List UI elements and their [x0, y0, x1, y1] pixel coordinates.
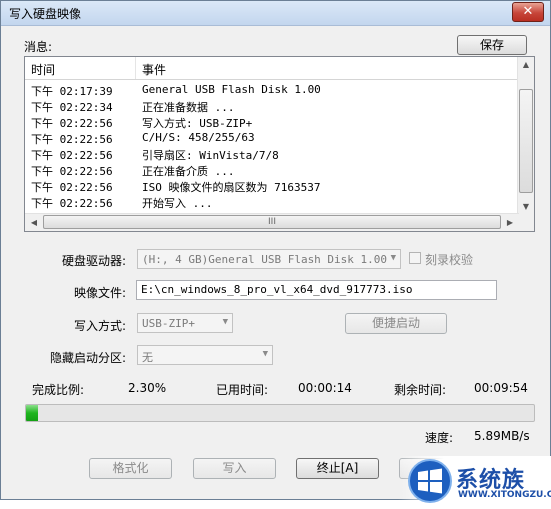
message-log-list[interactable]: 时间 事件 下午 02:17:39 General USB Flash Disk … [24, 56, 535, 232]
remaining-label: 剩余时间: [394, 383, 447, 397]
table-row[interactable]: 下午 02:22:56 引导扇区: WinVista/7/8 [25, 146, 519, 162]
scroll-up-icon[interactable]: ▲ [518, 60, 534, 69]
speed-value: 5.89MB/s [474, 429, 530, 443]
abort-button[interactable]: 终止[A] [296, 458, 379, 479]
log-event: General USB Flash Disk 1.00 [142, 83, 321, 96]
drive-label: 硬盘驱动器: [62, 254, 127, 268]
watermark-url: WWW.XITONGZU.COM [458, 490, 551, 500]
log-time: 下午 02:22:56 [31, 117, 113, 130]
verify-checkbox[interactable] [409, 252, 421, 264]
scroll-corner [518, 214, 534, 231]
windows-logo-icon [408, 459, 452, 503]
scroll-left-icon[interactable]: ◀ [26, 218, 42, 227]
image-file-label: 映像文件: [74, 286, 127, 300]
chevron-down-icon: ▼ [262, 349, 268, 359]
site-watermark: 系统族 WWW.XITONGZU.COM [398, 456, 551, 506]
elapsed-label: 已用时间: [216, 383, 269, 397]
write-progress-bar [25, 404, 535, 422]
log-event: 引导扇区: WinVista/7/8 [142, 149, 279, 162]
percent-label: 完成比例: [32, 383, 85, 397]
table-row[interactable]: 下午 02:17:39 General USB Flash Disk 1.00 [25, 82, 519, 98]
message-label: 消息: [24, 40, 53, 54]
log-time: 下午 02:22:34 [31, 101, 113, 114]
remaining-value: 00:09:54 [474, 381, 528, 395]
log-time: 下午 02:22:56 [31, 149, 113, 162]
chevron-down-icon: ▼ [390, 253, 396, 263]
log-time: 下午 02:22:56 [31, 165, 113, 178]
hidden-partition-label: 隐藏启动分区: [50, 351, 127, 365]
table-row[interactable]: 下午 02:22:56 开始写入 ... [25, 194, 519, 210]
log-event: ISO 映像文件的扇区数为 7163537 [142, 181, 321, 194]
vertical-scrollbar[interactable]: ▲ ▼ [517, 57, 534, 214]
column-header-event[interactable]: 事件 [142, 61, 166, 78]
title-bar[interactable]: 写入硬盘映像 ✕ [1, 1, 550, 26]
chevron-down-icon: ▼ [222, 317, 228, 327]
log-event: 正在准备介质 ... [142, 165, 235, 178]
image-file-input[interactable]: E:\cn_windows_8_pro_vl_x64_dvd_917773.is… [136, 280, 497, 300]
log-event: C/H/S: 458/255/63 [142, 131, 255, 144]
log-event: 写入方式: USB-ZIP+ [142, 117, 253, 130]
drive-select[interactable]: (H:, 4 GB)General USB Flash Disk 1.00 ▼ [137, 249, 401, 269]
table-row[interactable]: 下午 02:22:56 正在准备介质 ... [25, 162, 519, 178]
table-row[interactable]: 下午 02:22:56 ISO 映像文件的扇区数为 7163537 [25, 178, 519, 194]
drive-select-value: (H:, 4 GB)General USB Flash Disk 1.00 [142, 253, 388, 266]
quick-boot-button[interactable]: 便捷启动 [345, 313, 447, 334]
table-row[interactable]: 下午 02:22:34 正在准备数据 ... [25, 98, 519, 114]
log-event: 正在准备数据 ... [142, 101, 235, 114]
table-row[interactable]: 下午 02:22:56 C/H/S: 458/255/63 [25, 130, 519, 146]
verify-label: 刻录校验 [425, 253, 474, 267]
column-header-time[interactable]: 时间 [31, 61, 55, 78]
window-title: 写入硬盘映像 [9, 7, 82, 21]
hidden-partition-value: 无 [142, 351, 153, 364]
write-button[interactable]: 写入 [193, 458, 276, 479]
write-method-value: USB-ZIP+ [142, 317, 195, 330]
log-time: 下午 02:22:56 [31, 197, 113, 210]
scroll-right-icon[interactable]: ▶ [502, 218, 518, 227]
write-method-label: 写入方式: [74, 319, 127, 333]
progress-fill [26, 405, 38, 421]
horizontal-scroll-thumb[interactable]: III [43, 215, 501, 229]
save-button[interactable]: 保存 [457, 35, 527, 55]
log-header: 时间 事件 [25, 57, 519, 80]
horizontal-scrollbar[interactable]: ◀ III ▶ [25, 213, 519, 231]
log-rows: 下午 02:17:39 General USB Flash Disk 1.00 下… [25, 82, 519, 210]
hidden-partition-select[interactable]: 无 ▼ [137, 345, 273, 365]
log-event: 开始写入 ... [142, 197, 213, 210]
close-button[interactable]: ✕ [512, 2, 544, 22]
table-row[interactable]: 下午 02:22:56 写入方式: USB-ZIP+ [25, 114, 519, 130]
format-button[interactable]: 格式化 [89, 458, 172, 479]
write-disk-image-dialog: 写入硬盘映像 ✕ 消息: 保存 时间 事件 下午 02:17:39 General… [0, 0, 551, 500]
elapsed-value: 00:00:14 [298, 381, 352, 395]
speed-label: 速度: [425, 431, 454, 445]
log-time: 下午 02:22:56 [31, 181, 113, 194]
write-method-select[interactable]: USB-ZIP+ ▼ [137, 313, 233, 333]
column-divider[interactable] [135, 57, 136, 79]
log-time: 下午 02:17:39 [31, 85, 113, 98]
percent-value: 2.30% [128, 381, 167, 395]
vertical-scroll-thumb[interactable] [519, 89, 533, 193]
scroll-down-icon[interactable]: ▼ [518, 202, 534, 211]
log-time: 下午 02:22:56 [31, 133, 113, 146]
